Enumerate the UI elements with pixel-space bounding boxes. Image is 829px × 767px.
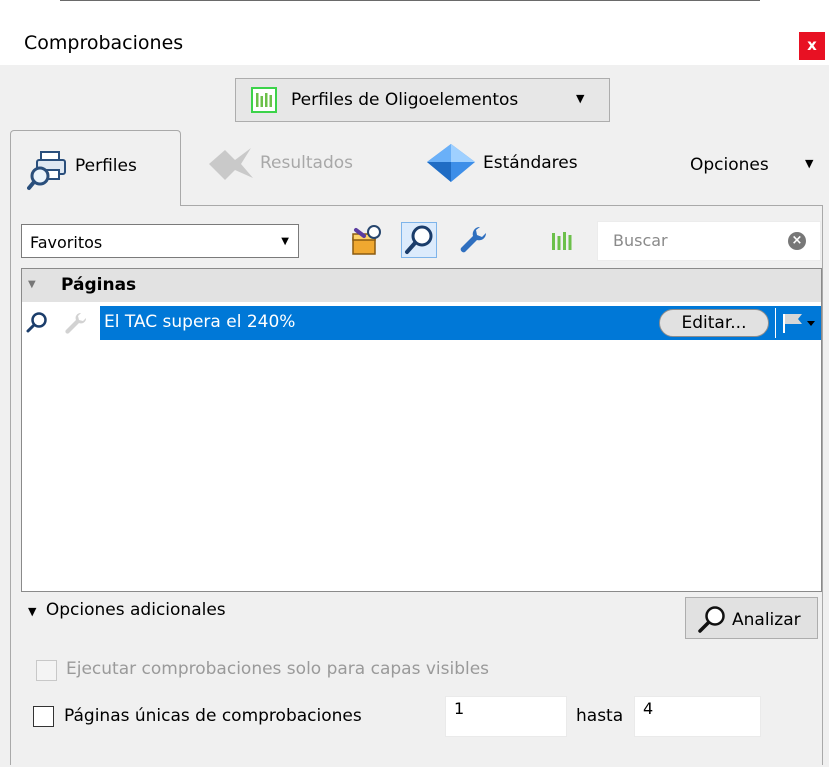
additional-options-label: Opciones adicionales <box>45 600 226 620</box>
analyze-button[interactable]: Analizar <box>685 597 818 639</box>
filter-select-value: Favoritos <box>30 233 103 252</box>
wrench-icon <box>62 310 88 340</box>
options-menu-label: Opciones <box>690 155 769 175</box>
diamond-icon <box>425 142 477 188</box>
tab-estandares-label: Estándares <box>483 153 578 173</box>
flag-menu-button[interactable] <box>775 308 821 338</box>
page-to-input[interactable]: 4 <box>634 696 761 737</box>
flag-icon <box>782 312 818 338</box>
chevron-down-icon: ▼ <box>281 236 289 247</box>
close-button[interactable]: x <box>799 32 825 60</box>
search-placeholder: Buscar <box>613 231 668 250</box>
edit-button[interactable]: Editar... <box>659 309 769 337</box>
fixups-icon <box>348 222 384 262</box>
checks-button[interactable] <box>401 222 437 258</box>
profile-dropdown-label: Perfiles de Oligoelementos <box>291 90 519 110</box>
title-bar: Comprobaciones x <box>0 3 829 65</box>
profiles-button[interactable] <box>547 226 577 256</box>
tab-perfiles[interactable]: Perfiles <box>10 130 181 206</box>
arrows-icon <box>205 144 257 188</box>
filter-select[interactable]: Favoritos ▼ <box>21 224 299 258</box>
list-item-label: El TAC supera el 240% <box>104 312 296 332</box>
page-from-input[interactable]: 1 <box>445 696 567 737</box>
visible-layers-checkbox[interactable] <box>36 660 57 681</box>
profile-list: ▼ Páginas El TAC supera el 240% Editar..… <box>21 268 822 592</box>
magnifier-icon <box>25 310 49 338</box>
green-bars-icon <box>251 87 277 113</box>
options-menu[interactable]: Opciones ▼ <box>690 152 820 182</box>
group-header[interactable]: ▼ Páginas <box>22 269 821 302</box>
fixups-button[interactable] <box>348 222 384 258</box>
page-to-value: 4 <box>643 699 654 718</box>
top-edge-shadow <box>60 0 760 1</box>
wrench-button[interactable] <box>454 222 490 258</box>
tab-resultados[interactable]: Resultados <box>205 140 385 190</box>
group-label: Páginas <box>61 275 137 295</box>
page-range-checkbox[interactable] <box>33 706 54 727</box>
tab-resultados-label: Resultados <box>260 153 353 173</box>
list-item[interactable]: El TAC supera el 240% Editar... <box>100 306 821 340</box>
additional-options-toggle[interactable]: ▼ Opciones adicionales <box>28 600 226 620</box>
printer-magnifier-icon <box>27 149 71 195</box>
tab-perfiles-label: Perfiles <box>75 156 137 176</box>
checks-icon <box>402 223 436 261</box>
green-bars-icon <box>547 226 577 260</box>
page-from-value: 1 <box>454 699 465 718</box>
page-to-label: hasta <box>576 706 624 726</box>
triangle-down-icon: ▼ <box>28 279 36 290</box>
triangle-down-icon: ▼ <box>28 605 37 618</box>
row-icons <box>22 306 100 338</box>
magnifier-icon <box>696 604 728 638</box>
tab-estandares[interactable]: Estándares <box>425 138 605 190</box>
window-title: Comprobaciones <box>24 32 184 54</box>
analyze-button-label: Analizar <box>732 610 801 630</box>
profile-dropdown[interactable]: Perfiles de Oligoelementos ▼ <box>235 78 610 122</box>
clear-icon[interactable]: × <box>788 232 806 250</box>
visible-layers-label: Ejecutar comprobaciones solo para capas … <box>66 659 490 679</box>
wrench-icon <box>454 222 490 262</box>
page-range-label: Páginas únicas de comprobaciones <box>64 706 362 726</box>
search-input[interactable]: Buscar × <box>597 221 821 261</box>
chevron-down-icon: ▼ <box>805 157 814 170</box>
chevron-down-icon: ▼ <box>576 92 585 105</box>
